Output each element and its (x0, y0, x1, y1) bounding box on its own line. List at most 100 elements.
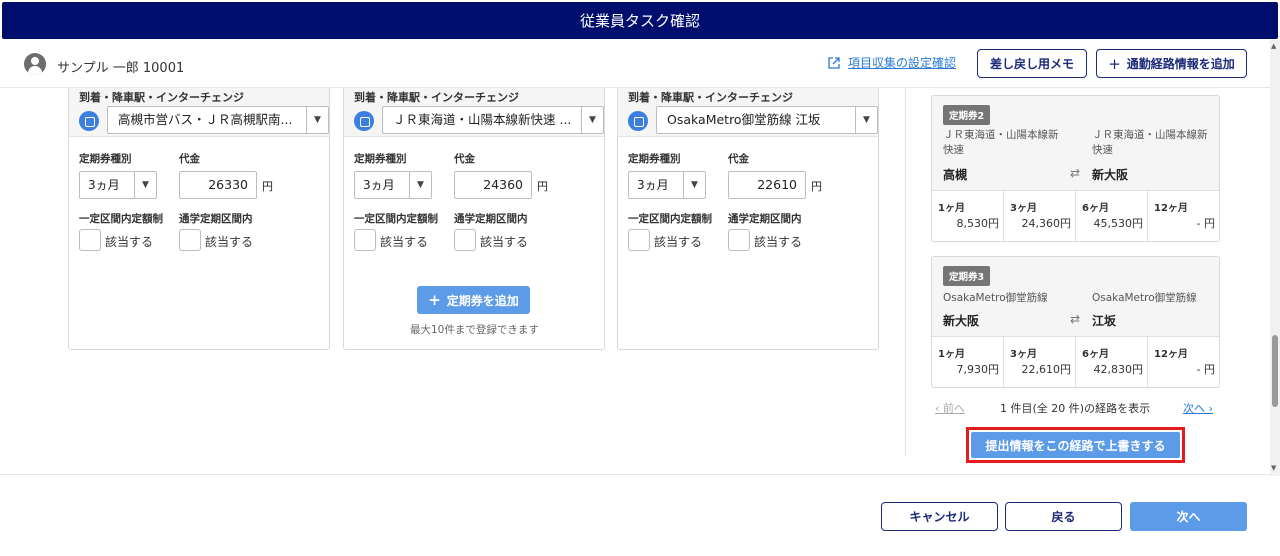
page-title: 従業員タスク確認 (579, 12, 700, 30)
price-label: 代金 (728, 153, 749, 165)
scrollbar-thumb[interactable] (1272, 335, 1278, 407)
scroll-down-icon[interactable]: ▼ (1271, 464, 1276, 472)
student-commute-checkbox[interactable] (728, 229, 750, 251)
fixed-fare-checkbox[interactable] (354, 229, 376, 251)
back-button[interactable]: 戻る (1005, 502, 1122, 531)
settings-link[interactable]: 項目収集の設定確認 (828, 54, 956, 71)
fixed-fare-applies: 該当する (654, 235, 703, 249)
plus-icon: + (1108, 54, 1121, 73)
ticket-type-select[interactable]: 3ヵ月 ▼ (354, 171, 432, 199)
price-period: 12ヶ月 (1154, 203, 1188, 214)
price-input[interactable]: 26330 (179, 171, 257, 199)
station-select[interactable]: OsakaMetro御堂筋線 江坂 ▼ (656, 106, 878, 134)
price-period: 3ヶ月 (1010, 349, 1037, 360)
station-select[interactable]: 高槻市営バス・ＪＲ高槻駅南... ▼ (107, 106, 329, 134)
price-cell: 3ヶ月 24,360円 (1004, 191, 1076, 241)
station-select[interactable]: ＪＲ東海道・山陽本線新快速 ... ▼ (382, 106, 604, 134)
price-cell: 3ヶ月 22,610円 (1004, 337, 1076, 387)
scroll-up-icon[interactable]: ▲ (1271, 42, 1276, 50)
student-commute-label: 通学定期区間内 (179, 213, 253, 225)
student-commute-checkbox[interactable] (454, 229, 476, 251)
price-cell: 6ヶ月 42,830円 (1076, 337, 1148, 387)
chevron-down-icon: ▼ (409, 172, 431, 198)
fixed-fare-label: 一定区間内定額制 (79, 213, 163, 225)
footer-divider (0, 474, 1270, 475)
from-station: 新大阪 (943, 314, 980, 328)
chevron-down-icon: ▼ (134, 172, 156, 198)
add-route-button[interactable]: + 通勤経路情報を追加 (1096, 49, 1247, 78)
student-commute-applies: 該当する (480, 235, 529, 249)
station-radio[interactable] (628, 111, 648, 131)
ticket-type-label: 定期券種別 (79, 153, 132, 165)
fixed-fare-checkbox[interactable] (79, 229, 101, 251)
price-value: 22,610円 (1021, 363, 1072, 376)
station-value: ＪＲ東海道・山陽本線新快速 ... (393, 112, 572, 127)
fixed-fare-checkbox[interactable] (628, 229, 650, 251)
price-value: - 円 (1196, 217, 1215, 230)
student-commute-checkbox[interactable] (179, 229, 201, 251)
chevron-down-icon: ▼ (855, 107, 877, 133)
user-name: サンプル 一郎 10001 (57, 61, 185, 76)
price-table: 1ヶ月 7,930円 3ヶ月 22,610円 6ヶ月 42,830円 12ヶ月 - 円 (932, 337, 1219, 387)
fixed-fare-label: 一定区間内定額制 (354, 213, 438, 225)
next-button[interactable]: 次へ (1130, 502, 1247, 531)
swap-arrows-icon: ⇄ (1070, 166, 1081, 180)
price-period: 1ヶ月 (938, 203, 965, 214)
price-period: 3ヶ月 (1010, 203, 1037, 214)
price-period: 1ヶ月 (938, 349, 965, 360)
price-input[interactable]: 24360 (454, 171, 532, 199)
yen-unit: 円 (537, 180, 548, 193)
next-label: 次へ (1176, 510, 1201, 524)
back-label: 戻る (1051, 510, 1076, 524)
ticket-type-value: 3ヵ月 (88, 178, 120, 192)
ticket-type-label: 定期券種別 (354, 153, 407, 165)
plus-icon: + (428, 291, 441, 309)
ticket-type-value: 3ヵ月 (637, 178, 669, 192)
fixed-fare-applies: 該当する (105, 235, 154, 249)
overwrite-submission-button[interactable]: 提出情報をこの経路で上書きする (971, 432, 1180, 458)
station-radio[interactable] (79, 111, 99, 131)
from-line: ＪＲ東海道・山陽本線新 快速 (943, 129, 1059, 156)
station-value: 高槻市営バス・ＪＲ高槻駅南... (118, 112, 293, 127)
arrival-station-label: 到着・降車駅・インターチェンジ (354, 91, 519, 104)
ticket-type-select[interactable]: 3ヵ月 ▼ (628, 171, 706, 199)
ticket-type-label: 定期券種別 (628, 153, 681, 165)
fixed-fare-label: 一定区間内定額制 (628, 213, 712, 225)
arrival-station-label: 到着・降車駅・インターチェンジ (628, 91, 793, 104)
price-value: - 円 (1196, 363, 1215, 376)
external-link-icon (828, 56, 840, 69)
ticket-list: 到着・降車駅・インターチェンジ 高槻市営バス・ＪＲ高槻駅南... ▼ 定期券種別 … (0, 88, 905, 474)
price-cell: 6ヶ月 45,530円 (1076, 191, 1148, 241)
price-value: 8,530円 (956, 217, 1000, 230)
ticket-type-select[interactable]: 3ヵ月 ▼ (79, 171, 157, 199)
route-card: 定期券3 OsakaMetro御堂筋線 OsakaMetro御堂筋線 新大阪 ⇄… (931, 256, 1220, 388)
fixed-fare-applies: 該当する (380, 235, 429, 249)
student-commute-applies: 該当する (754, 235, 803, 249)
page-scrollbar[interactable]: ▲ ▼ (1270, 40, 1280, 476)
add-ticket-button[interactable]: + 定期券を追加 (417, 286, 530, 314)
yen-unit: 円 (262, 180, 273, 193)
return-memo-button[interactable]: 差し戻し用メモ (977, 49, 1087, 78)
student-commute-label: 通学定期区間内 (454, 213, 528, 225)
next-page-link[interactable]: 次へ › (1183, 400, 1213, 416)
to-line: ＪＲ東海道・山陽本線新 快速 (1092, 129, 1208, 156)
to-station: 江坂 (1092, 314, 1117, 328)
price-value: 24,360円 (1021, 217, 1072, 230)
price-label: 代金 (454, 153, 475, 165)
chevron-down-icon: ▼ (581, 107, 603, 133)
prev-page-link[interactable]: ‹ 前へ (935, 400, 965, 416)
ticket-card: 到着・降車駅・インターチェンジ OsakaMetro御堂筋線 江坂 ▼ 定期券種別… (617, 88, 879, 350)
station-value: OsakaMetro御堂筋線 江坂 (667, 112, 821, 127)
price-input[interactable]: 22610 (728, 171, 806, 199)
cancel-button[interactable]: キャンセル (881, 502, 998, 531)
overwrite-submission-label: 提出情報をこの経路で上書きする (985, 438, 1166, 453)
from-line: OsakaMetro御堂筋線 (943, 292, 1048, 304)
price-label: 代金 (179, 153, 200, 165)
price-value: 45,530円 (1093, 217, 1144, 230)
price-period: 6ヶ月 (1082, 349, 1109, 360)
price-cell: 12ヶ月 - 円 (1148, 337, 1219, 387)
station-radio[interactable] (354, 111, 374, 131)
add-ticket-note: 最大10件まで登録できます (410, 324, 539, 336)
settings-link-label: 項目収集の設定確認 (848, 56, 957, 70)
route-tag: 定期券2 (943, 105, 991, 125)
